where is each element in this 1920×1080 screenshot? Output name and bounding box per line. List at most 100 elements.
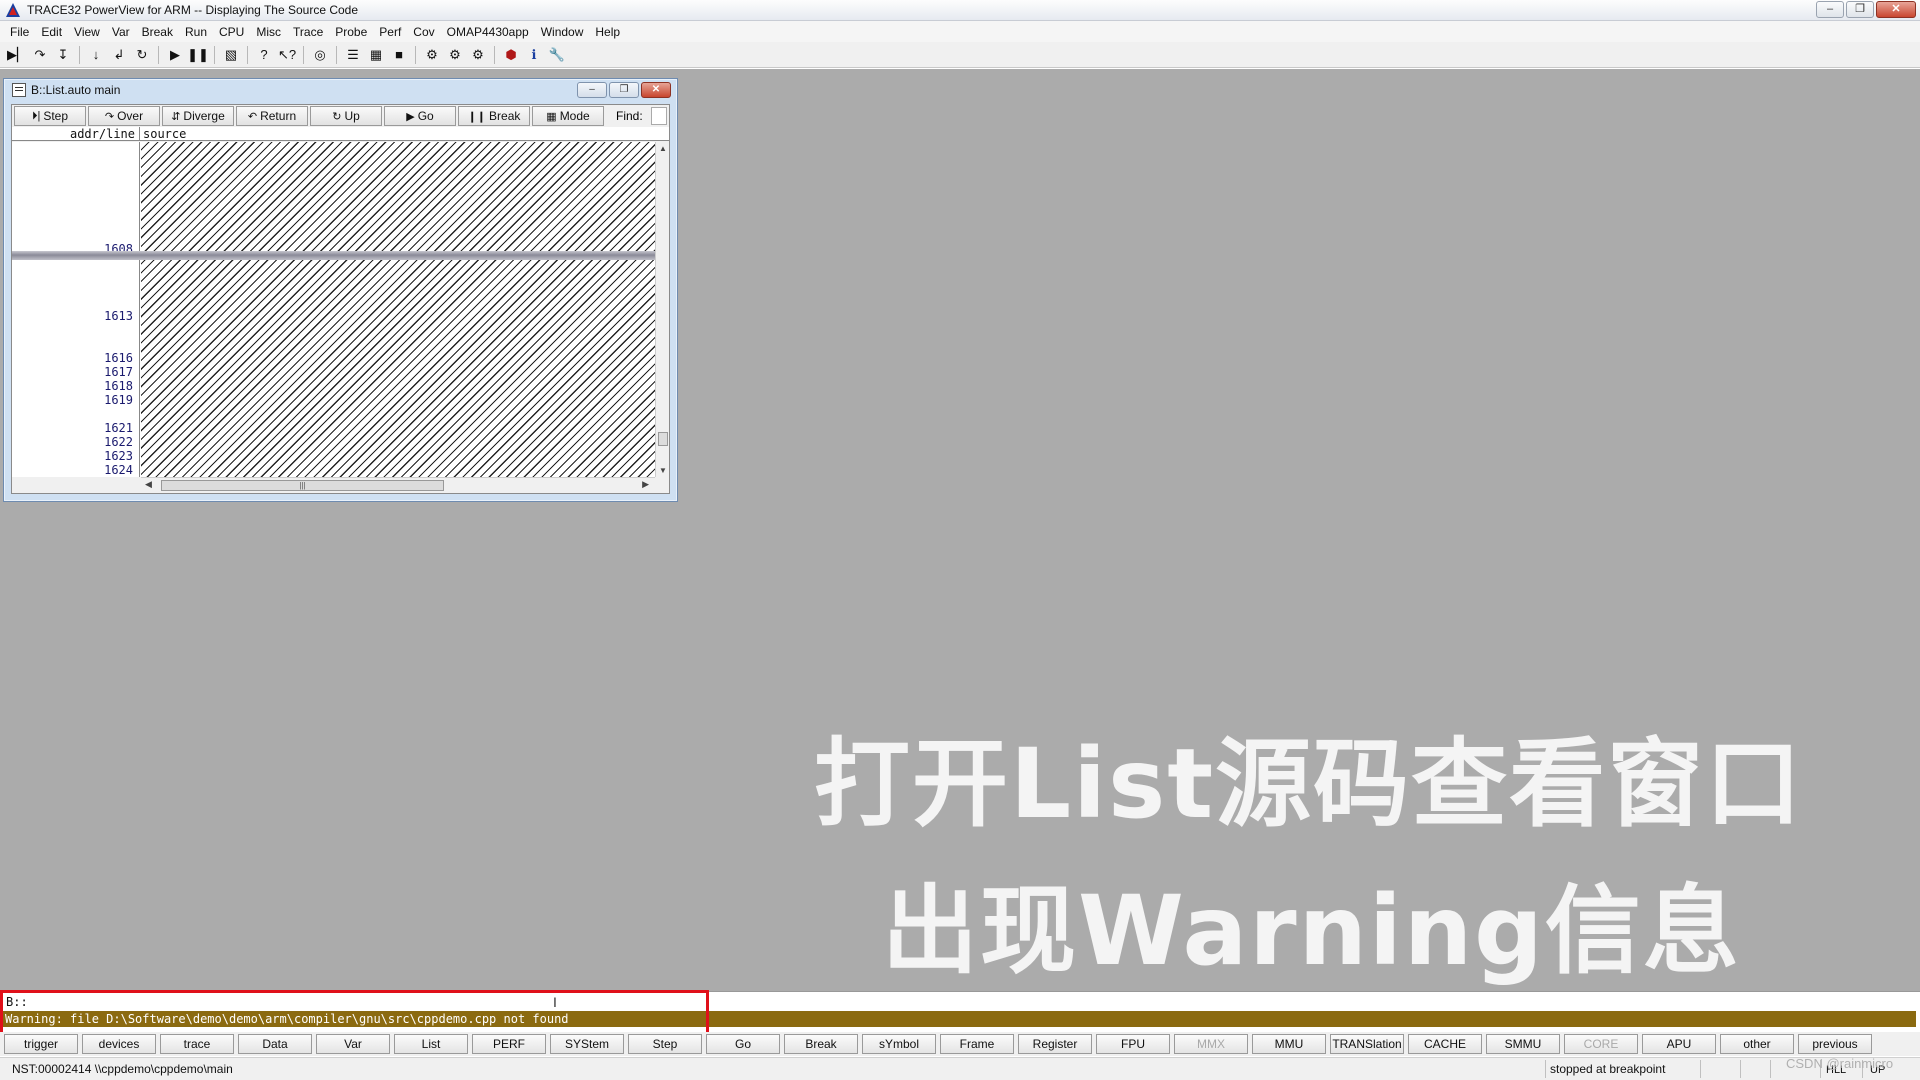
mode-button[interactable]: ▦ Mode (532, 106, 604, 126)
perf2-icon[interactable]: ⚙ (444, 44, 466, 66)
break-icon: ❙❙ (467, 110, 487, 123)
list-window-close-button[interactable]: ✕ (641, 82, 671, 98)
softkey-perf[interactable]: PERF (472, 1034, 546, 1054)
globe-icon[interactable]: ◎ (309, 44, 331, 66)
list-body[interactable]: 1608 1613 1616 1617 1618 1619 1621 1622 … (12, 142, 655, 477)
softkey-step[interactable]: Step (628, 1034, 702, 1054)
help-icon[interactable]: ? (253, 44, 275, 66)
menu-var[interactable]: Var (106, 25, 136, 39)
softkey-translation[interactable]: TRANSlation (1330, 1034, 1404, 1054)
softkey-apu[interactable]: APU (1642, 1034, 1716, 1054)
vertical-scroll-thumb[interactable] (658, 432, 668, 446)
menu-break[interactable]: Break (136, 25, 179, 39)
overlay-caption-line-1: 打开List源码查看窗口 (814, 728, 1804, 840)
list-icon[interactable]: ☰ (342, 44, 364, 66)
softkey-other[interactable]: other (1720, 1034, 1794, 1054)
main-toolbar: ▶▏ ↷ ↧ ↓ ↲ ↻ ▶ ❚❚ ▧ ? ↖? ◎ ☰ ▦ ■ ⚙ ⚙ ⚙ ⬢… (0, 42, 1920, 68)
register-icon[interactable]: ▦ (365, 44, 387, 66)
find-input[interactable] (650, 107, 667, 125)
up-button[interactable]: ↻ Up (310, 106, 382, 126)
menu-misc[interactable]: Misc (250, 25, 287, 39)
diverge-icon: ⇵ (171, 110, 181, 123)
break-button[interactable]: ❙❙ Break (458, 106, 530, 126)
softkey-frame[interactable]: Frame (940, 1034, 1014, 1054)
record-icon[interactable]: ⬢ (500, 44, 522, 66)
softkey-break[interactable]: Break (784, 1034, 858, 1054)
up-button-label: Up (344, 109, 360, 123)
return-icon[interactable]: ↲ (108, 44, 130, 66)
scroll-down-arrow-icon[interactable]: ▼ (656, 466, 670, 475)
softkey-list[interactable]: List (394, 1034, 468, 1054)
vertical-scrollbar[interactable]: ▲ ▼ (655, 142, 669, 477)
menu-edit[interactable]: Edit (35, 25, 68, 39)
list-window-minimize-button[interactable]: – (577, 82, 607, 98)
menu-file[interactable]: File (4, 25, 35, 39)
break-icon[interactable]: ❚❚ (187, 44, 209, 66)
softkey-devices[interactable]: devices (82, 1034, 156, 1054)
addr-line-column-header[interactable]: addr/line (12, 127, 140, 141)
list-window-icon (12, 83, 26, 97)
softkey-register[interactable]: Register (1018, 1034, 1092, 1054)
diverge-button[interactable]: ⇵ Diverge (162, 106, 234, 126)
perf3-icon[interactable]: ⚙ (467, 44, 489, 66)
scroll-right-arrow-icon[interactable]: ▶ (642, 479, 649, 490)
step-icon[interactable]: ▶▏ (6, 44, 28, 66)
step-button-label: Step (43, 109, 69, 123)
list-source-window[interactable]: B::List.auto main – ❐ ✕ ⏵| Step ↷ Over ⇵ Di… (3, 78, 678, 502)
scroll-up-arrow-icon[interactable]: ▲ (656, 144, 670, 153)
step-button[interactable]: ⏵| Step (14, 106, 86, 126)
menu-run[interactable]: Run (179, 25, 213, 39)
menu-omap4430app[interactable]: OMAP4430app (441, 25, 535, 39)
softkey-cache[interactable]: CACHE (1408, 1034, 1482, 1054)
status-divider (1700, 1060, 1701, 1078)
menu-bar: File Edit View Var Break Run CPU Misc Tr… (0, 21, 1920, 42)
menu-cov[interactable]: Cov (407, 25, 440, 39)
scroll-left-arrow-icon[interactable]: ◀ (145, 479, 152, 490)
tools-icon[interactable]: 🔧 (546, 44, 568, 66)
close-button[interactable]: ✕ (1876, 1, 1916, 18)
up-icon[interactable]: ↻ (131, 44, 153, 66)
step-diverge-icon[interactable]: ↧ (52, 44, 74, 66)
step-icon: ⏵| (31, 109, 41, 122)
softkey-previous[interactable]: previous (1798, 1034, 1872, 1054)
softkey-mmu[interactable]: MMU (1252, 1034, 1326, 1054)
softkey-fpu[interactable]: FPU (1096, 1034, 1170, 1054)
step-into-icon[interactable]: ↓ (85, 44, 107, 66)
menu-help[interactable]: Help (589, 25, 626, 39)
softkey-trigger[interactable]: trigger (4, 1034, 78, 1054)
perf-icon[interactable]: ⚙ (421, 44, 443, 66)
return-button[interactable]: ↶ Return (236, 106, 308, 126)
list-window-maximize-button[interactable]: ❐ (609, 82, 639, 98)
menu-view[interactable]: View (68, 25, 106, 39)
softkey-system[interactable]: SYStem (550, 1034, 624, 1054)
source-column-header[interactable]: source (140, 127, 186, 141)
softkey-data[interactable]: Data (238, 1034, 312, 1054)
minimize-button[interactable]: – (1816, 1, 1844, 18)
horizontal-scroll-thumb[interactable]: ||| (161, 480, 444, 491)
menu-cpu[interactable]: CPU (213, 25, 250, 39)
softkey-var[interactable]: Var (316, 1034, 390, 1054)
go-icon[interactable]: ▶ (164, 44, 186, 66)
menu-perf[interactable]: Perf (373, 25, 407, 39)
info-icon[interactable]: ℹ (523, 44, 545, 66)
menu-probe[interactable]: Probe (329, 25, 373, 39)
over-icon: ↷ (104, 110, 115, 123)
toolbar-separator (303, 45, 304, 64)
over-button[interactable]: ↷ Over (88, 106, 160, 126)
step-over-icon[interactable]: ↷ (29, 44, 51, 66)
horizontal-scrollbar[interactable]: ◀ ||| ▶ (141, 477, 655, 493)
source-unavailable-hatch (141, 142, 655, 477)
trace-list-icon[interactable]: ▧ (220, 44, 242, 66)
go-button[interactable]: ▶ Go (384, 106, 456, 126)
context-help-icon[interactable]: ↖? (276, 44, 298, 66)
menu-trace[interactable]: Trace (287, 25, 329, 39)
softkey-smmu[interactable]: SMMU (1486, 1034, 1560, 1054)
title-bar: TRACE32 PowerView for ARM -- Displaying … (0, 0, 1920, 21)
softkey-go[interactable]: Go (706, 1034, 780, 1054)
maximize-button[interactable]: ❐ (1846, 1, 1874, 18)
memory-icon[interactable]: ■ (388, 44, 410, 66)
toolbar-separator (79, 45, 80, 64)
menu-window[interactable]: Window (535, 25, 590, 39)
softkey-trace[interactable]: trace (160, 1034, 234, 1054)
softkey-symbol[interactable]: sYmbol (862, 1034, 936, 1054)
